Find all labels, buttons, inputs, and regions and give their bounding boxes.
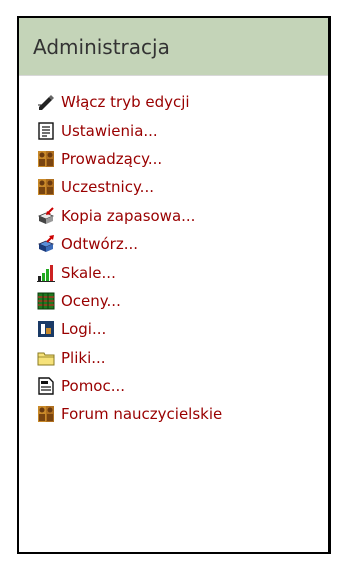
block-header: Administracja bbox=[19, 18, 328, 76]
menu-item-label: Uczestnicy... bbox=[61, 178, 154, 197]
scales-icon bbox=[37, 264, 55, 282]
menu-item-label: Prowadzący... bbox=[61, 149, 163, 168]
menu-item-logs[interactable]: Logi... bbox=[37, 315, 222, 343]
grades-icon bbox=[37, 292, 55, 310]
menu-item-help[interactable]: Pomoc... bbox=[37, 372, 222, 400]
backup-icon bbox=[37, 207, 55, 225]
menu-item-teacher-forum[interactable]: Forum nauczycielskie bbox=[37, 400, 222, 428]
teacher-forum-icon bbox=[37, 405, 55, 423]
admin-menu: Włącz tryb edycji Ustawienia... Prowadzą… bbox=[37, 88, 222, 429]
logs-icon bbox=[37, 320, 55, 338]
settings-document-icon bbox=[37, 121, 55, 140]
menu-item-label: Forum nauczycielskie bbox=[61, 405, 223, 424]
teachers-icon bbox=[37, 150, 55, 168]
menu-item-label: Kopia zapasowa... bbox=[61, 206, 196, 225]
students-icon bbox=[37, 178, 55, 196]
menu-item-label: Włącz tryb edycji bbox=[61, 93, 190, 112]
menu-item-teachers[interactable]: Prowadzący... bbox=[37, 145, 222, 173]
menu-item-label: Pliki... bbox=[61, 348, 106, 367]
menu-item-restore[interactable]: Odtwórz... bbox=[37, 230, 222, 258]
administration-block: Administracja Włącz tryb edycji Ustawien… bbox=[17, 16, 331, 554]
menu-item-settings[interactable]: Ustawienia... bbox=[37, 116, 222, 144]
menu-item-backup[interactable]: Kopia zapasowa... bbox=[37, 202, 222, 230]
menu-item-label: Oceny... bbox=[61, 291, 121, 310]
menu-item-files[interactable]: Pliki... bbox=[37, 344, 222, 372]
menu-item-scales[interactable]: Skale... bbox=[37, 258, 222, 286]
menu-item-grades[interactable]: Oceny... bbox=[37, 287, 222, 315]
block-title: Administracja bbox=[33, 34, 170, 59]
menu-item-edit-mode[interactable]: Włącz tryb edycji bbox=[37, 88, 222, 116]
edit-pencil-icon bbox=[37, 93, 55, 111]
menu-item-label: Logi... bbox=[61, 320, 107, 339]
menu-item-label: Ustawienia... bbox=[61, 121, 158, 140]
restore-icon bbox=[37, 235, 55, 253]
folder-icon bbox=[37, 349, 55, 367]
menu-item-label: Skale... bbox=[61, 263, 116, 282]
menu-item-students[interactable]: Uczestnicy... bbox=[37, 173, 222, 201]
menu-item-label: Pomoc... bbox=[61, 377, 126, 396]
menu-item-label: Odtwórz... bbox=[61, 235, 138, 254]
help-document-icon bbox=[37, 377, 55, 395]
